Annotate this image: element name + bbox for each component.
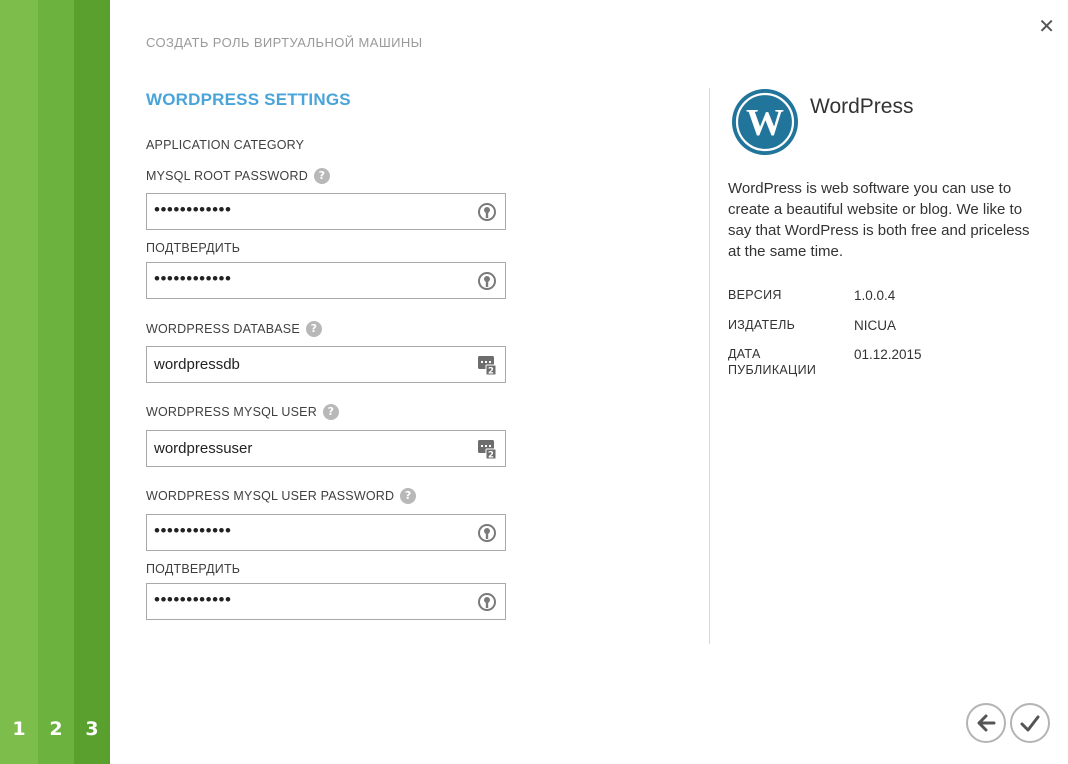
checkmark-icon bbox=[1020, 715, 1040, 732]
step-2-number: 2 bbox=[49, 718, 63, 740]
app-name: WordPress bbox=[810, 95, 914, 118]
generate-value-icon[interactable]: 2 bbox=[477, 355, 497, 375]
help-icon[interactable]: ? bbox=[322, 404, 339, 420]
step-3-number: 3 bbox=[85, 718, 99, 740]
version-label: ВЕРСИЯ bbox=[728, 288, 782, 302]
key-icon[interactable] bbox=[477, 202, 497, 222]
application-category-label: APPLICATION CATEGORY bbox=[146, 138, 304, 152]
key-icon[interactable] bbox=[477, 523, 497, 543]
help-icon[interactable]: ? bbox=[400, 488, 417, 504]
wp-mysql-user-label-text: WORDPRESS MYSQL USER bbox=[146, 405, 317, 419]
publish-date-value: 01.12.2015 bbox=[854, 347, 922, 362]
mysql-root-confirm-label-text: ПОДТВЕРДИТЬ bbox=[146, 241, 241, 255]
mysql-root-confirm-value: •••••••••••• bbox=[154, 269, 232, 288]
wp-database-label-text: WORDPRESS DATABASE bbox=[146, 322, 300, 336]
wp-database-field[interactable]: wordpressdb 2 bbox=[146, 346, 506, 383]
help-icon[interactable]: ? bbox=[305, 321, 322, 337]
step-3[interactable]: 3 bbox=[74, 0, 110, 764]
mysql-root-password-label: MYSQL ROOT PASSWORD ? bbox=[146, 168, 330, 184]
wp-mysql-user-password-value: •••••••••••• bbox=[154, 521, 232, 540]
step-1[interactable]: 1 bbox=[0, 0, 38, 764]
back-arrow-icon bbox=[977, 714, 996, 732]
wizard-step-rail: 1 2 3 bbox=[0, 0, 110, 764]
wp-mysql-user-value: wordpressuser bbox=[154, 440, 253, 457]
application-category-label-text: APPLICATION CATEGORY bbox=[146, 138, 305, 152]
app-description: WordPress is web software you can use to… bbox=[728, 180, 1030, 260]
mysql-root-password-field[interactable]: •••••••••••• bbox=[146, 193, 506, 230]
wordpress-logo-icon: W bbox=[732, 89, 798, 155]
publisher-value: NICUA bbox=[854, 318, 897, 333]
wp-mysql-user-confirm-label-text: ПОДТВЕРДИТЬ bbox=[146, 562, 241, 576]
wp-mysql-user-password-field[interactable]: •••••••••••• bbox=[146, 514, 506, 551]
svg-text:W: W bbox=[746, 102, 784, 144]
wizard-title: СОЗДАТЬ РОЛЬ ВИРТУАЛЬНОЙ МАШИНЫ bbox=[146, 35, 423, 50]
key-icon[interactable] bbox=[477, 271, 497, 291]
key-icon[interactable] bbox=[477, 592, 497, 612]
wp-mysql-user-field[interactable]: wordpressuser 2 bbox=[146, 430, 506, 467]
back-button[interactable] bbox=[966, 703, 1006, 743]
generate-value-icon[interactable]: 2 bbox=[477, 439, 497, 459]
wp-mysql-user-label: WORDPRESS MYSQL USER ? bbox=[146, 404, 339, 420]
step-2[interactable]: 2 bbox=[38, 0, 74, 764]
wp-database-label: WORDPRESS DATABASE ? bbox=[146, 321, 322, 337]
wp-mysql-user-confirm-value: •••••••••••• bbox=[154, 590, 232, 609]
step-1-number: 1 bbox=[12, 718, 26, 740]
publish-date-label-line2: ПУБЛИКАЦИИ bbox=[728, 363, 817, 377]
svg-text:2: 2 bbox=[488, 367, 494, 376]
mysql-root-confirm-field[interactable]: •••••••••••• bbox=[146, 262, 506, 299]
wp-mysql-user-password-label-text: WORDPRESS MYSQL USER PASSWORD bbox=[146, 489, 395, 503]
section-title: WORDPRESS SETTINGS bbox=[146, 90, 351, 109]
mysql-root-password-value: •••••••••••• bbox=[154, 200, 232, 219]
finish-button[interactable] bbox=[1010, 703, 1050, 743]
wp-mysql-user-confirm-label: ПОДТВЕРДИТЬ bbox=[146, 562, 240, 576]
svg-text:2: 2 bbox=[488, 451, 494, 460]
publisher-label: ИЗДАТЕЛЬ bbox=[728, 318, 796, 332]
wp-database-value: wordpressdb bbox=[154, 356, 240, 373]
mysql-root-confirm-label: ПОДТВЕРДИТЬ bbox=[146, 241, 240, 255]
close-icon[interactable]: ✕ bbox=[1038, 16, 1055, 36]
panel-divider bbox=[709, 88, 710, 644]
publish-date-label: ДАТА ПУБЛИКАЦИИ bbox=[728, 346, 816, 378]
publish-date-label-line1: ДАТА bbox=[728, 347, 761, 361]
wp-mysql-user-confirm-field[interactable]: •••••••••••• bbox=[146, 583, 506, 620]
wp-mysql-user-password-label: WORDPRESS MYSQL USER PASSWORD ? bbox=[146, 488, 417, 504]
help-icon[interactable]: ? bbox=[313, 168, 330, 184]
mysql-root-password-label-text: MYSQL ROOT PASSWORD bbox=[146, 169, 308, 183]
version-value: 1.0.0.4 bbox=[854, 288, 896, 303]
